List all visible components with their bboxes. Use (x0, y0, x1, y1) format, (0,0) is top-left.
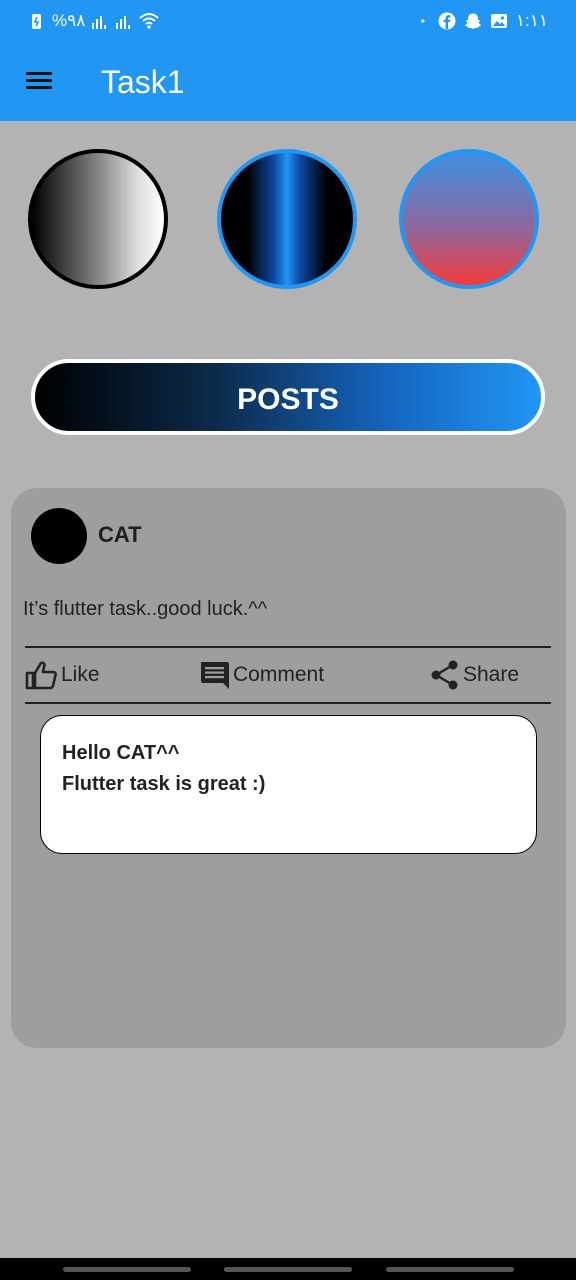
divider (25, 702, 551, 704)
nav-back-button[interactable] (386, 1267, 514, 1272)
share-label: Share (463, 663, 520, 686)
posts-button-label: POSTS (237, 383, 339, 416)
gradient-circle-grayscale (28, 149, 168, 289)
gradient-circle-blue-red (399, 149, 539, 289)
system-navigation-bar (0, 1258, 576, 1280)
comment-button[interactable]: Comment (199, 660, 324, 690)
wifi-icon (139, 13, 160, 29)
signal-icon (92, 16, 107, 29)
avatar (31, 508, 87, 564)
dot-icon (420, 19, 425, 23)
posts-button[interactable]: POSTS (31, 359, 545, 435)
like-button[interactable]: Like (25, 660, 100, 690)
gallery-icon (490, 14, 507, 28)
nav-recents-button[interactable] (63, 1267, 191, 1272)
post-author: CAT (98, 522, 142, 547)
comment-label: Comment (233, 663, 325, 686)
comment-line: Flutter task is great :) (62, 773, 266, 795)
nav-home-button[interactable] (224, 1267, 352, 1272)
battery-percent: %٩٨ (52, 11, 86, 30)
snapchat-icon (464, 13, 481, 29)
signal-icon (116, 16, 131, 29)
clock-time: ١:١١ (515, 11, 548, 30)
like-label: Like (61, 663, 100, 686)
app-header: %٩٨ ١:١١ Task1 (0, 0, 576, 121)
share-icon (431, 660, 458, 690)
battery-icon (32, 14, 41, 29)
status-bar: %٩٨ ١:١١ (0, 0, 576, 44)
app-title: Task1 (101, 64, 185, 100)
menu-icon[interactable] (24, 68, 54, 96)
comment-line: Hello CAT^^ (62, 742, 180, 764)
thumb-up-icon (25, 661, 57, 690)
facebook-icon (438, 12, 456, 30)
post-card: CAT It’s flutter task..good luck.^^ Like… (11, 488, 566, 1048)
comment-icon (201, 662, 229, 689)
gradient-circle-blue-stripe (217, 149, 357, 289)
comment-box: Hello CAT^^ Flutter task is great :) (40, 715, 537, 854)
divider (25, 646, 551, 648)
share-button[interactable]: Share (429, 660, 519, 690)
post-text: It’s flutter task..good luck.^^ (23, 598, 268, 620)
